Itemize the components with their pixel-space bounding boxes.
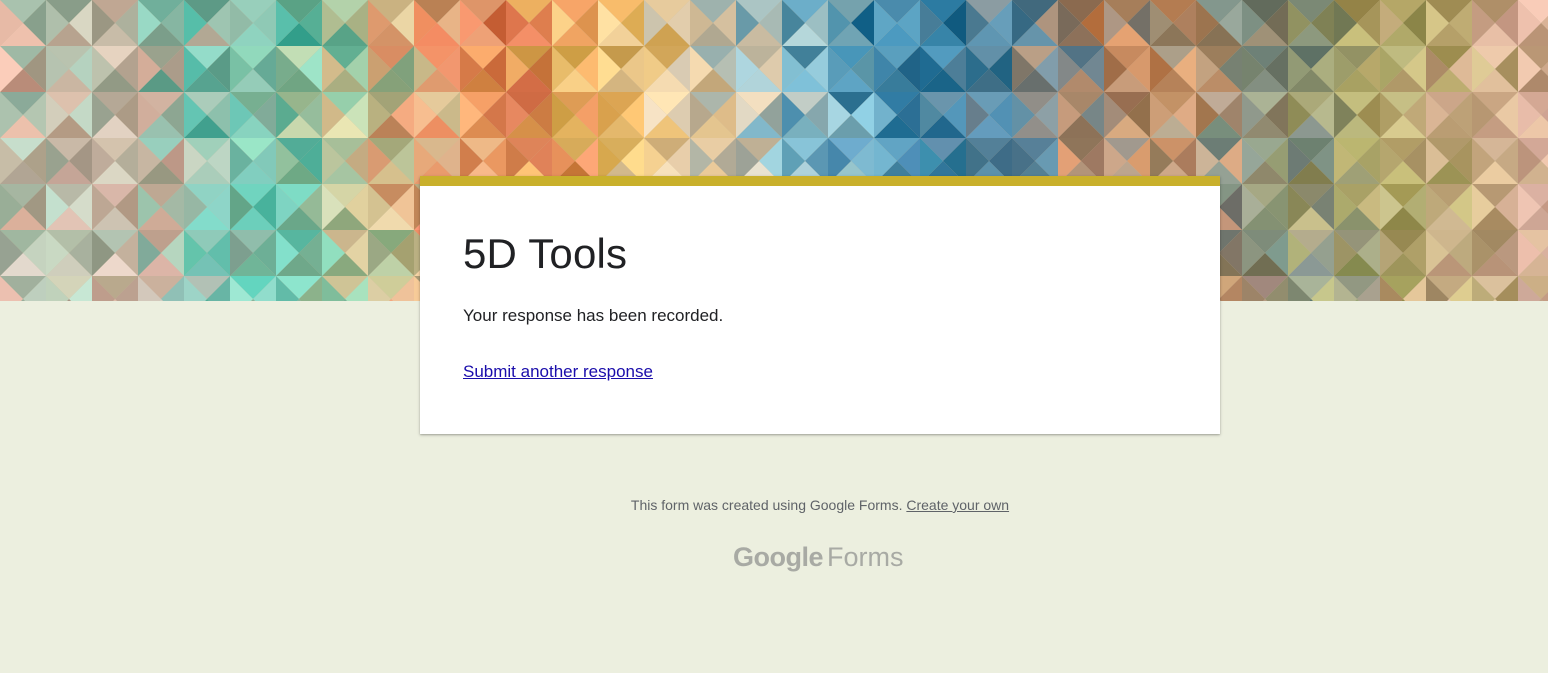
create-your-own-link[interactable]: Create your own [906, 497, 1009, 513]
google-forms-logo[interactable]: Google Forms [733, 540, 904, 574]
card-accent-bar [420, 176, 1220, 186]
submit-another-response-link[interactable]: Submit another response [463, 361, 653, 383]
google-wordmark: Google [733, 542, 824, 572]
confirmation-message: Your response has been recorded. [463, 306, 724, 325]
page: 5D Tools Your response has been recorded… [0, 0, 1548, 673]
forms-wordmark: Forms [827, 542, 904, 572]
confirmation-card: 5D Tools Your response has been recorded… [420, 176, 1220, 434]
footer-note: This form was created using Google Forms… [0, 495, 1548, 515]
footer-created-text: This form was created using Google Forms… [630, 497, 907, 513]
form-title: 5D Tools [463, 230, 628, 277]
